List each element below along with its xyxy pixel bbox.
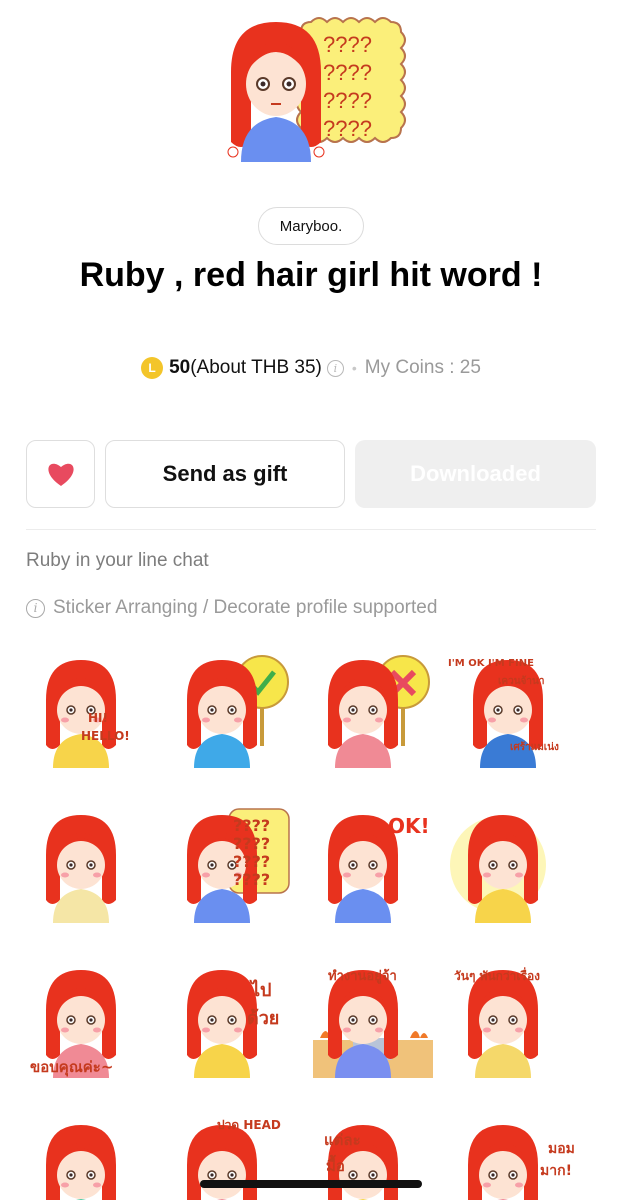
main-sticker-image: ???? ???? ???? ???? (227, 17, 406, 162)
support-note-text: Sticker Arranging / Decorate profile sup… (53, 597, 438, 618)
sticker-item[interactable] (26, 805, 156, 925)
section-divider (26, 529, 596, 530)
sticker-caption: วันๆ พันกว่าเรื่อง (454, 967, 540, 983)
info-icon: i (26, 598, 45, 618)
sticker-caption: เศร้าแมเน่ง (510, 741, 559, 753)
sticker-item[interactable]: ไปด้วย (167, 960, 297, 1080)
sticker-item[interactable]: ขอบคุณค่ะ~ (26, 960, 156, 1080)
sticker-item[interactable]: ???????????????? (167, 805, 297, 925)
sticker-caption: มาก! (540, 1163, 572, 1179)
sticker-caption: HI! (88, 711, 108, 725)
sticker-caption: I'M OK I'M FINE (448, 658, 534, 669)
heart-icon (47, 463, 74, 486)
sticker-caption: ปวด HEAD (217, 1118, 281, 1132)
send-as-gift-button[interactable]: Send as gift (105, 440, 345, 508)
sticker-item[interactable] (308, 650, 438, 770)
sticker-title: Ruby , red hair girl hit word ! (79, 256, 543, 294)
hero-question-line-2: ???? (323, 60, 372, 85)
favorite-button[interactable] (26, 440, 95, 508)
price-separator: • (351, 360, 357, 376)
sticker-caption: ไป (249, 979, 271, 1001)
line-coin-icon: L (141, 357, 164, 379)
sticker-item[interactable]: มอมมาก! (448, 1115, 578, 1200)
hero-question-line-1: ???? (323, 32, 372, 57)
sticker-item[interactable]: I'M OK I'M FINE เควนจ้านาเศร้าแมเน่ง (448, 650, 578, 770)
downloaded-button[interactable]: Downloaded (355, 440, 596, 508)
sticker-caption: เควนจ้านา (498, 675, 544, 687)
sticker-item[interactable]: วันๆ พันกว่าเรื่อง (448, 960, 578, 1080)
price-about: (About THB 35) (190, 357, 322, 378)
sticker-caption: แต่ละ (324, 1131, 361, 1149)
price-info-icon[interactable]: i (326, 359, 344, 377)
author-chip[interactable]: Maryboo. (258, 207, 364, 245)
sticker-caption: ขอบคุณค่ะ~ (30, 1058, 113, 1077)
sticker-item[interactable] (448, 805, 578, 925)
sticker-caption: มอม (548, 1141, 575, 1157)
sticker-item[interactable] (26, 1115, 156, 1200)
support-note: i Sticker Arranging / Decorate profile s… (26, 597, 437, 619)
hero-question-line-3: ???? (323, 88, 372, 113)
sticker-description: Ruby in your line chat (26, 550, 209, 571)
sticker-item[interactable]: HI! HELLO! (26, 650, 156, 770)
sticker-caption: ???? (233, 834, 270, 853)
sticker-caption: มื้อ (326, 1154, 345, 1175)
sticker-item[interactable]: ทำงานอยู่จ้า (308, 960, 438, 1080)
sticker-caption: OK! (388, 814, 430, 838)
sticker-item[interactable] (167, 650, 297, 770)
price-row: L 50 (About THB 35) i • My Coins : 25 (0, 352, 622, 384)
sticker-item[interactable]: OK! (308, 805, 438, 925)
sticker-caption: ???? (233, 852, 270, 871)
sticker-caption: HELLO! (81, 729, 130, 743)
my-coins-balance: My Coins : 25 (364, 357, 481, 378)
sticker-caption: ด้วย (247, 1008, 279, 1029)
home-indicator (200, 1180, 422, 1188)
sticker-caption: ทำงานอยู่จ้า (328, 968, 397, 984)
price-amount: 50 (169, 357, 191, 378)
sticker-caption: ???? (233, 870, 270, 889)
sticker-caption: ???? (233, 816, 270, 835)
hero-question-line-4: ???? (323, 116, 372, 141)
